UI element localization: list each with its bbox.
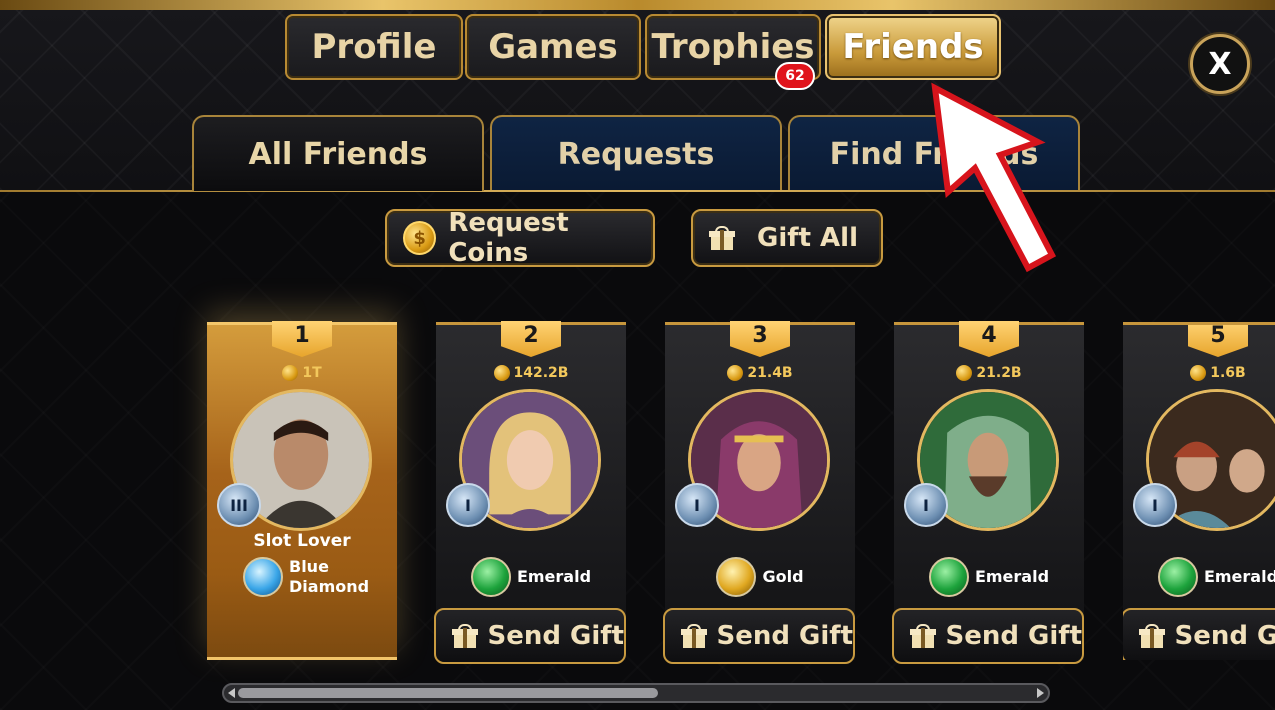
coin-amount: 21.2B [976, 365, 1022, 381]
coin-amount: 1T [302, 365, 322, 381]
subtab-requests[interactable]: Requests [490, 115, 782, 191]
vip-level-icon: I [904, 483, 948, 527]
gift-icon [1139, 624, 1165, 648]
friend-card-5[interactable]: 5 1.6B I Emerald Send Gift [1123, 322, 1275, 660]
send-gift-label: Send Gift [945, 621, 1082, 651]
tier-status: Emerald [894, 557, 1084, 597]
tier-status: Blue Diamond [207, 557, 397, 597]
coin-balance: 142.2B [436, 365, 626, 381]
send-gift-label: Send Gift [1174, 621, 1275, 651]
vip-level-icon: I [1133, 483, 1177, 527]
rank-badge: 5 [1188, 325, 1248, 357]
coin-amount: 1.6B [1210, 365, 1246, 381]
vip-level-icon: I [446, 483, 490, 527]
coin-icon [956, 365, 973, 381]
tab-profile[interactable]: Profile [285, 14, 463, 80]
coin-amount: 142.2B [513, 365, 569, 381]
emerald-icon [470, 557, 511, 597]
coin-balance: 1.6B [1123, 365, 1275, 381]
gift-icon [910, 624, 936, 648]
top-border [0, 0, 1275, 10]
tier-label: Emerald [974, 567, 1050, 586]
coin-balance: 21.4B [665, 365, 855, 381]
send-gift-button[interactable]: Send Gift [663, 608, 855, 664]
coin-icon: $ [403, 221, 437, 255]
blue-diamond-icon [243, 557, 283, 597]
scroll-right-icon[interactable] [1037, 688, 1044, 698]
friend-name: Slot Lover [253, 531, 351, 551]
rank-badge: 2 [501, 321, 561, 357]
gift-icon [709, 226, 735, 250]
vip-level-icon: I [675, 483, 719, 527]
friend-card-3[interactable]: 3 21.4B I Gold Send Gift [663, 321, 855, 664]
tab-games[interactable]: Games [465, 14, 641, 80]
close-button[interactable]: X [1190, 34, 1250, 94]
horizontal-scrollbar[interactable] [222, 683, 1050, 703]
send-gift-label: Send Gift [487, 621, 624, 651]
tab-friends[interactable]: Friends [825, 14, 1001, 80]
coin-icon [1190, 365, 1207, 381]
vip-level-icon: III [217, 483, 261, 527]
scroll-left-icon[interactable] [228, 688, 235, 698]
send-gift-button[interactable]: Send Gift [434, 608, 626, 664]
scroll-thumb[interactable] [238, 688, 658, 698]
trophies-badge: 62 [775, 62, 815, 90]
coin-icon [727, 365, 744, 381]
subtab-all-friends[interactable]: All Friends [192, 115, 484, 191]
gift-all-button[interactable]: Gift All [691, 209, 883, 267]
rank-badge: 3 [730, 321, 790, 357]
tier-status: Emerald [436, 557, 626, 597]
tier-status: Emerald [1123, 557, 1275, 597]
gift-icon [681, 624, 707, 648]
gift-all-label: Gift All [757, 223, 858, 253]
coin-icon [282, 365, 299, 381]
tier-label: Gold [762, 567, 804, 586]
request-coins-button[interactable]: $ Request Coins [385, 208, 655, 268]
rank-badge: 4 [959, 321, 1019, 357]
gold-icon [716, 557, 757, 597]
coin-balance: 1T [207, 365, 397, 381]
coin-amount: 21.4B [747, 365, 793, 381]
tier-label: Emerald [1203, 567, 1275, 586]
friend-card-2[interactable]: 2 142.2B I Emerald Send Gift [434, 321, 626, 664]
friend-card-1[interactable]: 1 1T III Slot Lover Blue Diamond [207, 321, 397, 660]
tier-label: Blue Diamond [289, 557, 370, 596]
tier-status: Gold [665, 557, 855, 597]
close-icon: X [1208, 46, 1232, 82]
tier-label: Emerald [516, 567, 592, 586]
coin-balance: 21.2B [894, 365, 1084, 381]
emerald-icon [1157, 557, 1198, 597]
pointer-arrow-icon [931, 82, 1057, 273]
friend-card-4[interactable]: 4 21.2B I Emerald Send Gift [892, 321, 1084, 664]
send-gift-button[interactable]: Send Gift [1123, 608, 1275, 660]
request-coins-label: Request Coins [448, 208, 569, 268]
send-gift-label: Send Gift [716, 621, 853, 651]
rank-badge: 1 [272, 321, 332, 357]
emerald-icon [928, 557, 969, 597]
gift-icon [452, 624, 478, 648]
send-gift-button[interactable]: Send Gift [892, 608, 1084, 664]
coin-icon [493, 365, 510, 381]
